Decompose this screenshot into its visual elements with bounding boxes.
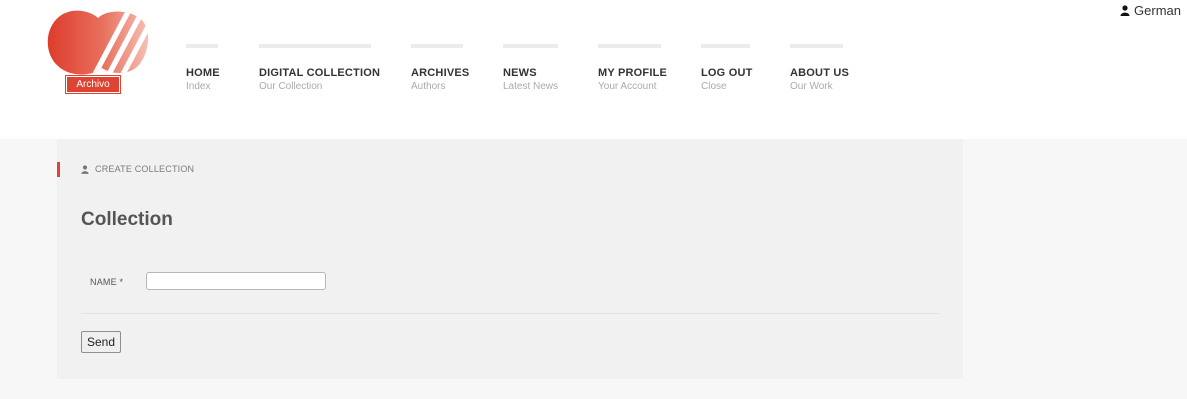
nav-item-home[interactable]: HOME Index: [186, 44, 220, 94]
breadcrumb-label: CREATE COLLECTION: [95, 164, 195, 174]
nav-title: HOME: [186, 67, 220, 79]
nav-bar: [259, 44, 371, 48]
name-input[interactable]: [146, 272, 326, 290]
nav-subtitle: Index: [186, 81, 211, 92]
nav-subtitle: Our Collection: [259, 81, 323, 92]
left-background-strip: [0, 139, 57, 399]
logo-graphic: [47, 10, 149, 75]
nav-item-about-us[interactable]: ABOUT US Our Work: [790, 44, 850, 94]
page-title: Collection: [81, 209, 173, 230]
nav-title: ABOUT US: [790, 67, 850, 79]
create-collection-panel: CREATE COLLECTION Collection NAME * Send: [57, 139, 963, 379]
nav-bar: [186, 44, 218, 48]
logo-badge: Archivo: [65, 75, 121, 94]
nav-bar: [503, 44, 558, 48]
nav-title: DIGITAL COLLECTION: [259, 67, 381, 79]
nav-item-my-profile[interactable]: MY PROFILE Your Account: [598, 44, 668, 94]
nav-subtitle: Our Work: [790, 81, 833, 92]
nav-item-digital-collection[interactable]: DIGITAL COLLECTION Our Collection: [259, 44, 381, 94]
name-field-label: NAME *: [90, 277, 124, 287]
content-bottom-strip: [57, 379, 963, 399]
right-side-panel: [963, 139, 1187, 399]
nav-subtitle: Close: [701, 81, 727, 92]
nav-item-archives[interactable]: ARCHIVES Authors: [411, 44, 470, 94]
user-icon: [1120, 5, 1130, 16]
nav-title: NEWS: [503, 67, 537, 79]
nav-title: LOG OUT: [701, 67, 753, 79]
language-switch-link[interactable]: German: [1120, 3, 1181, 18]
nav-bar: [598, 44, 661, 48]
site-logo[interactable]: Archivo: [46, 10, 150, 94]
nav-subtitle: Latest News: [503, 81, 559, 92]
breadcrumb: CREATE COLLECTION: [57, 161, 195, 177]
nav-subtitle: Authors: [411, 81, 446, 92]
breadcrumb-accent-bar: [57, 161, 60, 177]
language-label: German: [1134, 3, 1181, 18]
nav-item-news[interactable]: NEWS Latest News: [503, 44, 558, 94]
nav-bar: [790, 44, 843, 48]
nav-title: MY PROFILE: [598, 67, 668, 79]
nav-title: ARCHIVES: [411, 67, 470, 79]
nav-bar: [701, 44, 750, 48]
form-divider: [81, 313, 939, 314]
nav-item-log-out[interactable]: LOG OUT Close: [701, 44, 753, 94]
nav-subtitle: Your Account: [598, 81, 657, 92]
nav-bar: [411, 44, 463, 48]
user-icon: [81, 164, 89, 174]
send-button[interactable]: Send: [81, 331, 122, 353]
